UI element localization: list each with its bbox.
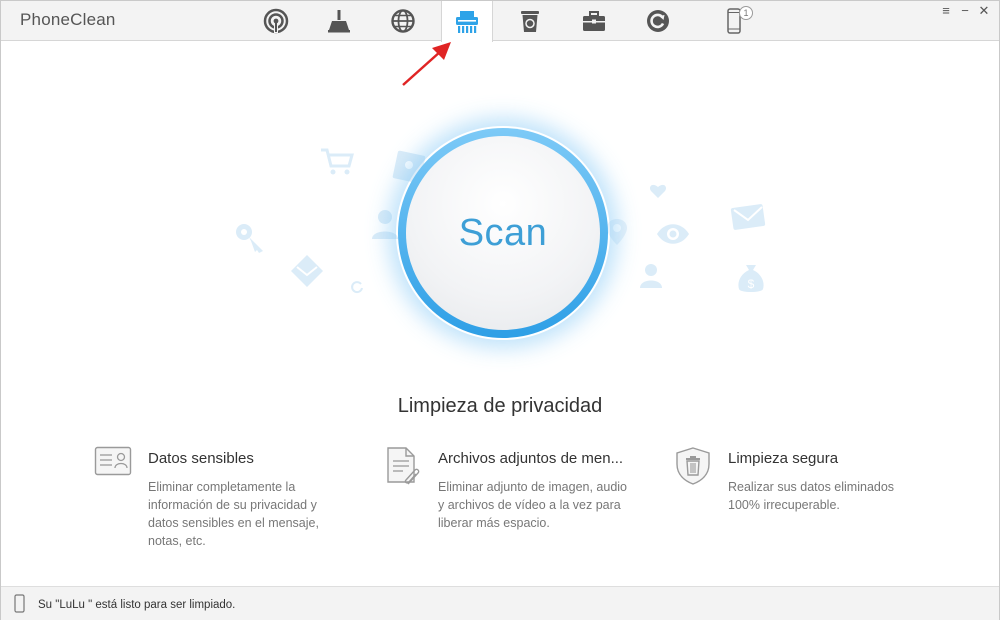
tab-toolbox[interactable] xyxy=(569,1,619,40)
mail-diamond-icon xyxy=(291,255,323,287)
restore-icon xyxy=(647,9,669,32)
shredder-icon xyxy=(456,10,478,33)
app-window: PhoneClean 1 ≡ − ✕ $ Scan Limpieza de pr… xyxy=(0,0,1000,620)
phone-icon xyxy=(14,594,25,613)
feature-description: Eliminar adjunto de imagen, audio y arch… xyxy=(438,480,628,530)
cart-icon xyxy=(321,148,354,175)
tab-privacy-clean[interactable] xyxy=(441,1,493,42)
status-text: Su "LuLu " está listo para ser limpiado. xyxy=(38,599,236,611)
svg-text:$: $ xyxy=(748,277,755,291)
airdrop-icon xyxy=(263,8,289,33)
app-title: PhoneClean xyxy=(20,10,116,29)
shield-trash-icon xyxy=(676,447,710,485)
scan-button[interactable]: Scan xyxy=(398,128,608,338)
envelope-icon xyxy=(730,204,766,230)
recycle-bin-icon xyxy=(521,10,539,32)
red-arrow-annotation xyxy=(402,42,451,86)
status-bar: Su "LuLu " está listo para ser limpiado. xyxy=(1,586,999,620)
close-button[interactable]: ✕ xyxy=(975,3,993,19)
title-bar: PhoneClean 1 ≡ − ✕ xyxy=(1,1,999,42)
scan-button-face: Scan xyxy=(406,136,600,330)
broom-icon xyxy=(328,9,350,32)
main-content: $ Scan Limpieza de privacidad Datos sens… xyxy=(1,41,999,586)
device-count-badge: 1 xyxy=(739,6,753,20)
feature-description: Realizar sus datos eliminados 100% irrec… xyxy=(728,480,895,512)
eye-icon xyxy=(657,224,689,244)
page-heading: Limpieza de privacidad xyxy=(397,395,603,417)
scan-label: Scan xyxy=(458,211,548,254)
feature-description: Eliminar completamente la información de… xyxy=(148,480,319,548)
tab-silent-clean[interactable] xyxy=(505,1,555,40)
tab-device[interactable]: 1 xyxy=(709,1,759,40)
attachment-document-icon xyxy=(387,447,420,485)
id-card-icon xyxy=(94,446,132,476)
tab-quick-clean[interactable] xyxy=(251,1,301,40)
tab-backup[interactable] xyxy=(633,1,683,40)
user-icon xyxy=(640,264,662,288)
globe-icon xyxy=(391,8,415,33)
toolbox-icon xyxy=(583,10,605,31)
key-icon xyxy=(236,224,263,253)
money-bag-icon: $ xyxy=(738,265,764,292)
minimize-button[interactable]: − xyxy=(956,3,974,19)
tab-web-clean[interactable] xyxy=(378,1,428,40)
refresh-small-icon xyxy=(351,281,363,294)
feature-title: Archivos adjuntos de men... xyxy=(438,450,624,467)
menu-button[interactable]: ≡ xyxy=(937,3,955,19)
tab-internet-clean[interactable] xyxy=(314,1,364,40)
feature-title: Limpieza segura xyxy=(728,450,839,467)
heart-icon xyxy=(649,184,667,198)
feature-title: Datos sensibles xyxy=(148,450,254,467)
